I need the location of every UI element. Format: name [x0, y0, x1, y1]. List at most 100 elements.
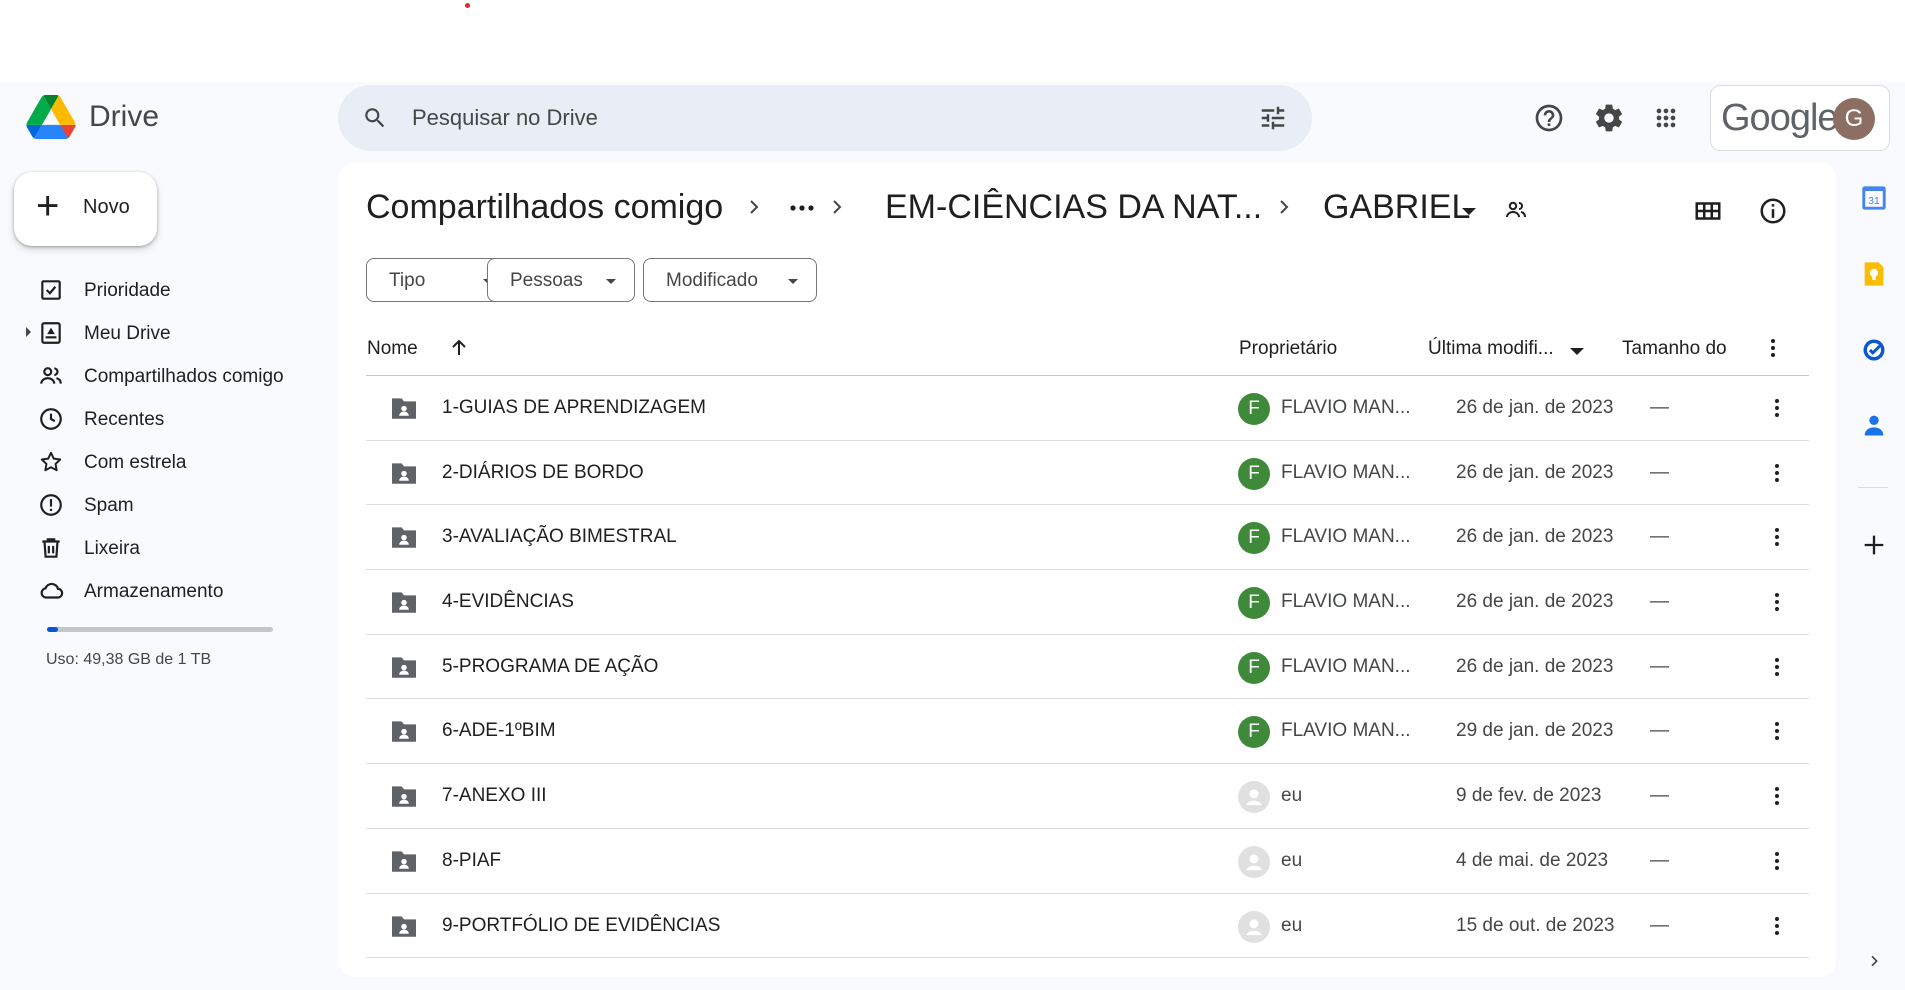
chevron-right-icon [750, 200, 759, 214]
settings-button[interactable] [1589, 98, 1629, 138]
more-horiz-icon[interactable] [787, 198, 817, 218]
table-row[interactable]: 5-PROGRAMA DE AÇÃO F FLAVIO MAN... 26 de… [366, 635, 1809, 700]
owner-avatar: F [1238, 457, 1270, 490]
modified-date: 9 de fev. de 2023 [1456, 785, 1602, 807]
help-button[interactable] [1529, 98, 1569, 138]
contacts-icon[interactable] [1860, 411, 1888, 439]
owner-name: FLAVIO MAN... [1281, 720, 1411, 742]
add-icon[interactable] [1860, 531, 1888, 559]
person-icon [1240, 848, 1268, 876]
calendar-icon[interactable]: 31 [1860, 184, 1888, 212]
table-row[interactable]: 4-EVIDÊNCIAS F FLAVIO MAN... 26 de jan. … [366, 570, 1809, 635]
column-header-modified[interactable]: Última modifi... [1428, 338, 1554, 360]
drive-logo-icon[interactable] [26, 95, 76, 139]
keep-icon[interactable] [1860, 260, 1888, 288]
arrow-up-icon[interactable] [447, 336, 471, 360]
storage-usage-bar [47, 627, 273, 632]
avatar[interactable]: G [1833, 98, 1875, 140]
sidebar-item-label: Com estrela [84, 452, 187, 473]
shared-folder-icon [392, 463, 416, 484]
file-name[interactable]: 8-PIAF [442, 850, 501, 872]
file-size: — [1650, 849, 1669, 871]
more-vert-icon[interactable] [1761, 336, 1785, 360]
more-vert-icon[interactable] [1765, 525, 1789, 549]
more-vert-icon[interactable] [1765, 461, 1789, 485]
tasks-icon[interactable] [1860, 336, 1888, 364]
table-row[interactable]: 2-DIÁRIOS DE BORDO F FLAVIO MAN... 26 de… [366, 441, 1809, 506]
new-button-label: Novo [83, 196, 130, 218]
chevron-right-icon[interactable] [1866, 953, 1882, 969]
account-switcher[interactable]: Google G [1710, 85, 1890, 151]
sidebar-item-priority[interactable]: Prioridade [0, 268, 330, 311]
file-name[interactable]: 9-PORTFÓLIO DE EVIDÊNCIAS [442, 915, 720, 937]
filter-type-label: Tipo [389, 270, 426, 291]
sidebar-item-spam[interactable]: Spam [0, 483, 330, 526]
sidebar-item-storage[interactable]: Armazenamento [0, 569, 330, 612]
sidebar-item-label: Prioridade [84, 280, 171, 301]
breadcrumb-parent-folder[interactable]: EM-CIÊNCIAS DA NAT... [885, 188, 1262, 227]
more-vert-icon[interactable] [1765, 396, 1789, 420]
filter-modified-chip[interactable]: Modificado [643, 258, 817, 302]
file-name[interactable]: 1-GUIAS DE APRENDIZAGEM [442, 397, 706, 419]
rail-divider [1858, 487, 1888, 488]
sidebar-item-trash[interactable]: Lixeira [0, 526, 330, 569]
filter-people-chip[interactable]: Pessoas [487, 258, 635, 302]
search-input[interactable] [412, 99, 1172, 137]
grid-view-icon[interactable] [1693, 196, 1723, 226]
sidebar-item-label: Spam [84, 495, 134, 516]
file-name[interactable]: 4-EVIDÊNCIAS [442, 591, 574, 613]
new-button[interactable]: + Novo [14, 172, 157, 246]
sidebar-item-my-drive[interactable]: Meu Drive [0, 311, 330, 354]
table-row[interactable]: 9-PORTFÓLIO DE EVIDÊNCIAS eu 15 de out. … [366, 894, 1809, 959]
my-drive-icon [41, 322, 61, 344]
more-vert-icon[interactable] [1765, 784, 1789, 808]
column-header-size[interactable]: Tamanho do [1622, 338, 1727, 360]
shared-folder-icon [392, 915, 416, 937]
breadcrumb-current-folder[interactable]: GABRIEL [1323, 188, 1470, 227]
table-row[interactable]: 1-GUIAS DE APRENDIZAGEM F FLAVIO MAN... … [366, 376, 1809, 441]
file-name[interactable]: 7-ANEXO III [442, 785, 547, 807]
search-icon[interactable] [362, 105, 388, 131]
expand-caret-icon[interactable] [26, 327, 31, 337]
table-row[interactable]: 7-ANEXO III eu 9 de fev. de 2023 — [366, 764, 1809, 829]
storage-usage-fill [47, 627, 58, 632]
info-icon[interactable] [1758, 196, 1788, 226]
file-name[interactable]: 5-PROGRAMA DE AÇÃO [442, 656, 658, 678]
more-vert-icon[interactable] [1765, 719, 1789, 743]
chevron-right-icon [1280, 200, 1289, 214]
search-options-icon[interactable] [1258, 103, 1288, 133]
more-vert-icon[interactable] [1765, 849, 1789, 873]
breadcrumb-shared[interactable]: Compartilhados comigo [366, 188, 723, 227]
apps-button[interactable] [1646, 98, 1686, 138]
sidebar-item-shared[interactable]: Compartilhados comigo [0, 354, 330, 397]
more-vert-icon[interactable] [1765, 655, 1789, 679]
more-vert-icon[interactable] [1765, 590, 1789, 614]
shared-folder-icon [392, 592, 416, 613]
table-row[interactable]: 6-ADE-1ºBIM F FLAVIO MAN... 29 de jan. d… [366, 699, 1809, 765]
sidebar-item-starred[interactable]: Com estrela [0, 440, 330, 483]
column-header-owner[interactable]: Proprietário [1239, 338, 1337, 360]
file-name[interactable]: 3-AVALIAÇÃO BIMESTRAL [442, 526, 677, 548]
owner-avatar: F [1238, 651, 1270, 684]
shared-folder-people-icon[interactable] [1502, 198, 1530, 222]
app-title[interactable]: Drive [89, 100, 159, 134]
chevron-down-icon[interactable] [1462, 208, 1476, 215]
sidebar-item-label: Recentes [84, 409, 165, 430]
chevron-right-icon [833, 200, 842, 214]
apps-grid-icon [1656, 108, 1676, 128]
file-name[interactable]: 2-DIÁRIOS DE BORDO [442, 462, 644, 484]
column-header-name[interactable]: Nome [367, 338, 418, 360]
sidebar-item-recent[interactable]: Recentes [0, 397, 330, 440]
table-row[interactable]: 8-PIAF eu 4 de mai. de 2023 — [366, 829, 1809, 894]
table-row[interactable]: 3-AVALIAÇÃO BIMESTRAL F FLAVIO MAN... 26… [366, 505, 1809, 571]
chevron-down-icon[interactable] [1570, 348, 1584, 355]
priority-icon [41, 280, 61, 300]
owner-initial: F [1248, 527, 1260, 549]
file-name[interactable]: 6-ADE-1ºBIM [442, 720, 556, 742]
shared-folder-icon [392, 786, 416, 807]
sidebar-item-label: Meu Drive [84, 323, 171, 344]
file-size: — [1650, 914, 1669, 936]
owner-name: FLAVIO MAN... [1281, 526, 1411, 548]
chevron-down-icon [606, 279, 616, 284]
more-vert-icon[interactable] [1765, 914, 1789, 938]
